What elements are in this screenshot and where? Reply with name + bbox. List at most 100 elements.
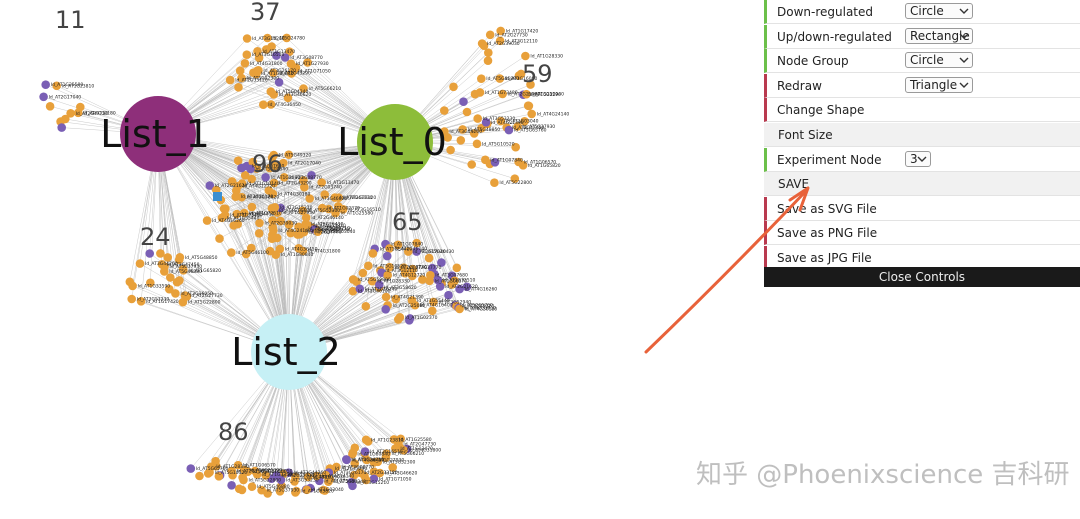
gene-label: Id_AT1G65820 (301, 489, 334, 495)
gene-node[interactable] (395, 313, 405, 322)
gene-node[interactable] (240, 59, 250, 68)
gene-node[interactable] (76, 102, 85, 112)
gene-node[interactable] (382, 251, 392, 261)
gene-label: Id_AT5G22800 (499, 180, 532, 186)
gene-node[interactable] (227, 248, 236, 257)
shape-select[interactable]: Circle (905, 3, 973, 19)
gene-label: Id_AT1G25580 (51, 82, 84, 88)
gene-node[interactable] (61, 114, 70, 124)
gene-node[interactable] (235, 66, 245, 75)
gene-label: Id_AT5G46100 (236, 250, 269, 256)
shape-select[interactable]: Triangle (905, 76, 973, 93)
gene-node[interactable] (266, 87, 276, 96)
gene-node[interactable] (234, 83, 243, 92)
chevron-down-icon (959, 33, 969, 39)
select-value: Circle (910, 4, 944, 18)
gene-node[interactable] (215, 234, 224, 243)
square-node[interactable] (213, 192, 222, 201)
gene-node[interactable] (247, 202, 257, 212)
gene-node[interactable] (446, 145, 455, 155)
gene-node[interactable] (348, 275, 358, 284)
gene-node[interactable] (242, 34, 252, 43)
gene-label: Id_AT1G28330 (530, 54, 563, 60)
gene-node[interactable] (459, 97, 468, 106)
gene-node[interactable] (227, 481, 236, 490)
gene-node[interactable] (440, 106, 449, 115)
gene-node[interactable] (485, 30, 495, 40)
gene-node[interactable] (358, 268, 368, 278)
gene-label: Id_AT5G65760 (514, 128, 547, 134)
gene-node[interactable] (234, 484, 244, 494)
gene-node[interactable] (456, 136, 466, 145)
gene-node[interactable] (452, 263, 462, 273)
gene-node[interactable] (267, 234, 277, 243)
gene-node[interactable] (57, 123, 66, 132)
control-label: Experiment Node (777, 152, 882, 167)
gene-node[interactable] (467, 160, 477, 169)
gene-label: Id_AT3G53230 (137, 297, 170, 303)
gene-node[interactable] (381, 305, 391, 314)
gene-node[interactable] (233, 156, 243, 165)
gene-label: Id_AT2G17040 (288, 161, 321, 167)
gene-node[interactable] (527, 109, 536, 119)
gene-node[interactable] (135, 259, 145, 268)
gene-node[interactable] (275, 244, 285, 254)
group-count-label: 86 (218, 418, 249, 446)
gene-node[interactable] (163, 253, 172, 262)
gene-node[interactable] (39, 92, 48, 102)
gene-label: Id_AT5G52300 (308, 208, 341, 214)
gene-node[interactable] (483, 56, 493, 65)
gene-node[interactable] (361, 302, 371, 311)
gene-node[interactable] (342, 455, 351, 464)
shape-select[interactable]: Rectangle (905, 27, 973, 44)
gene-label: Id_AT3G15210 (252, 36, 285, 42)
gene-node[interactable] (449, 82, 458, 92)
gene-node[interactable] (127, 294, 136, 304)
shape-select[interactable]: Circle (905, 52, 973, 69)
gene-node[interactable] (270, 203, 280, 212)
gene-label: Id_AT4G24140 (537, 111, 570, 117)
gene-node[interactable] (259, 100, 268, 109)
gene-label: Id_AT3G47450 (167, 262, 200, 268)
gene-node[interactable] (202, 216, 212, 225)
control-label: Font Size (778, 128, 833, 142)
gene-label: Id_AT5G22800 (249, 477, 282, 483)
gene-node[interactable] (254, 229, 264, 238)
gene-node[interactable] (364, 261, 373, 271)
gene-node[interactable] (128, 281, 137, 291)
gene-node[interactable] (481, 155, 490, 165)
gene-node[interactable] (186, 464, 196, 473)
gene-node[interactable] (225, 75, 235, 85)
gene-node[interactable] (490, 178, 499, 187)
gene-node[interactable] (470, 89, 480, 99)
gene-node[interactable] (242, 50, 252, 59)
gene-label: Id_AT3G12110 (505, 38, 538, 44)
gene-node[interactable] (269, 226, 278, 235)
gene-node[interactable] (231, 192, 240, 201)
gene-node[interactable] (521, 51, 530, 61)
gene-node[interactable] (472, 139, 482, 149)
gene-node[interactable] (426, 270, 435, 280)
gene-node[interactable] (247, 482, 257, 492)
gene-label: Id_AT3G08770 (290, 55, 323, 61)
gene-node[interactable] (477, 74, 486, 83)
control-label: Change Shape (777, 103, 865, 118)
gene-node[interactable] (178, 297, 188, 307)
gene-node[interactable] (45, 102, 55, 111)
shape-select[interactable]: 3 (905, 150, 931, 167)
gene-node[interactable] (41, 80, 50, 89)
gene-node[interactable] (195, 471, 204, 481)
gene-label: Id_AT1G80840 (357, 452, 390, 458)
gene-label: Id_AT1G03040 (323, 229, 356, 235)
gene-node[interactable] (172, 277, 182, 287)
gene-label: Id_AT1G73480 (230, 213, 263, 219)
control-label: Redraw (777, 78, 822, 93)
gene-node[interactable] (237, 163, 246, 173)
gene-node[interactable] (462, 107, 472, 117)
gene-node[interactable] (524, 101, 534, 111)
gene-label: Id_AT3G16510 (252, 52, 285, 58)
gene-node[interactable] (473, 114, 483, 123)
control-row-change-shape[interactable]: Change Shape (764, 98, 1080, 123)
gene-node[interactable] (368, 249, 378, 258)
gene-label: Id_AT2G21620 (215, 183, 248, 189)
